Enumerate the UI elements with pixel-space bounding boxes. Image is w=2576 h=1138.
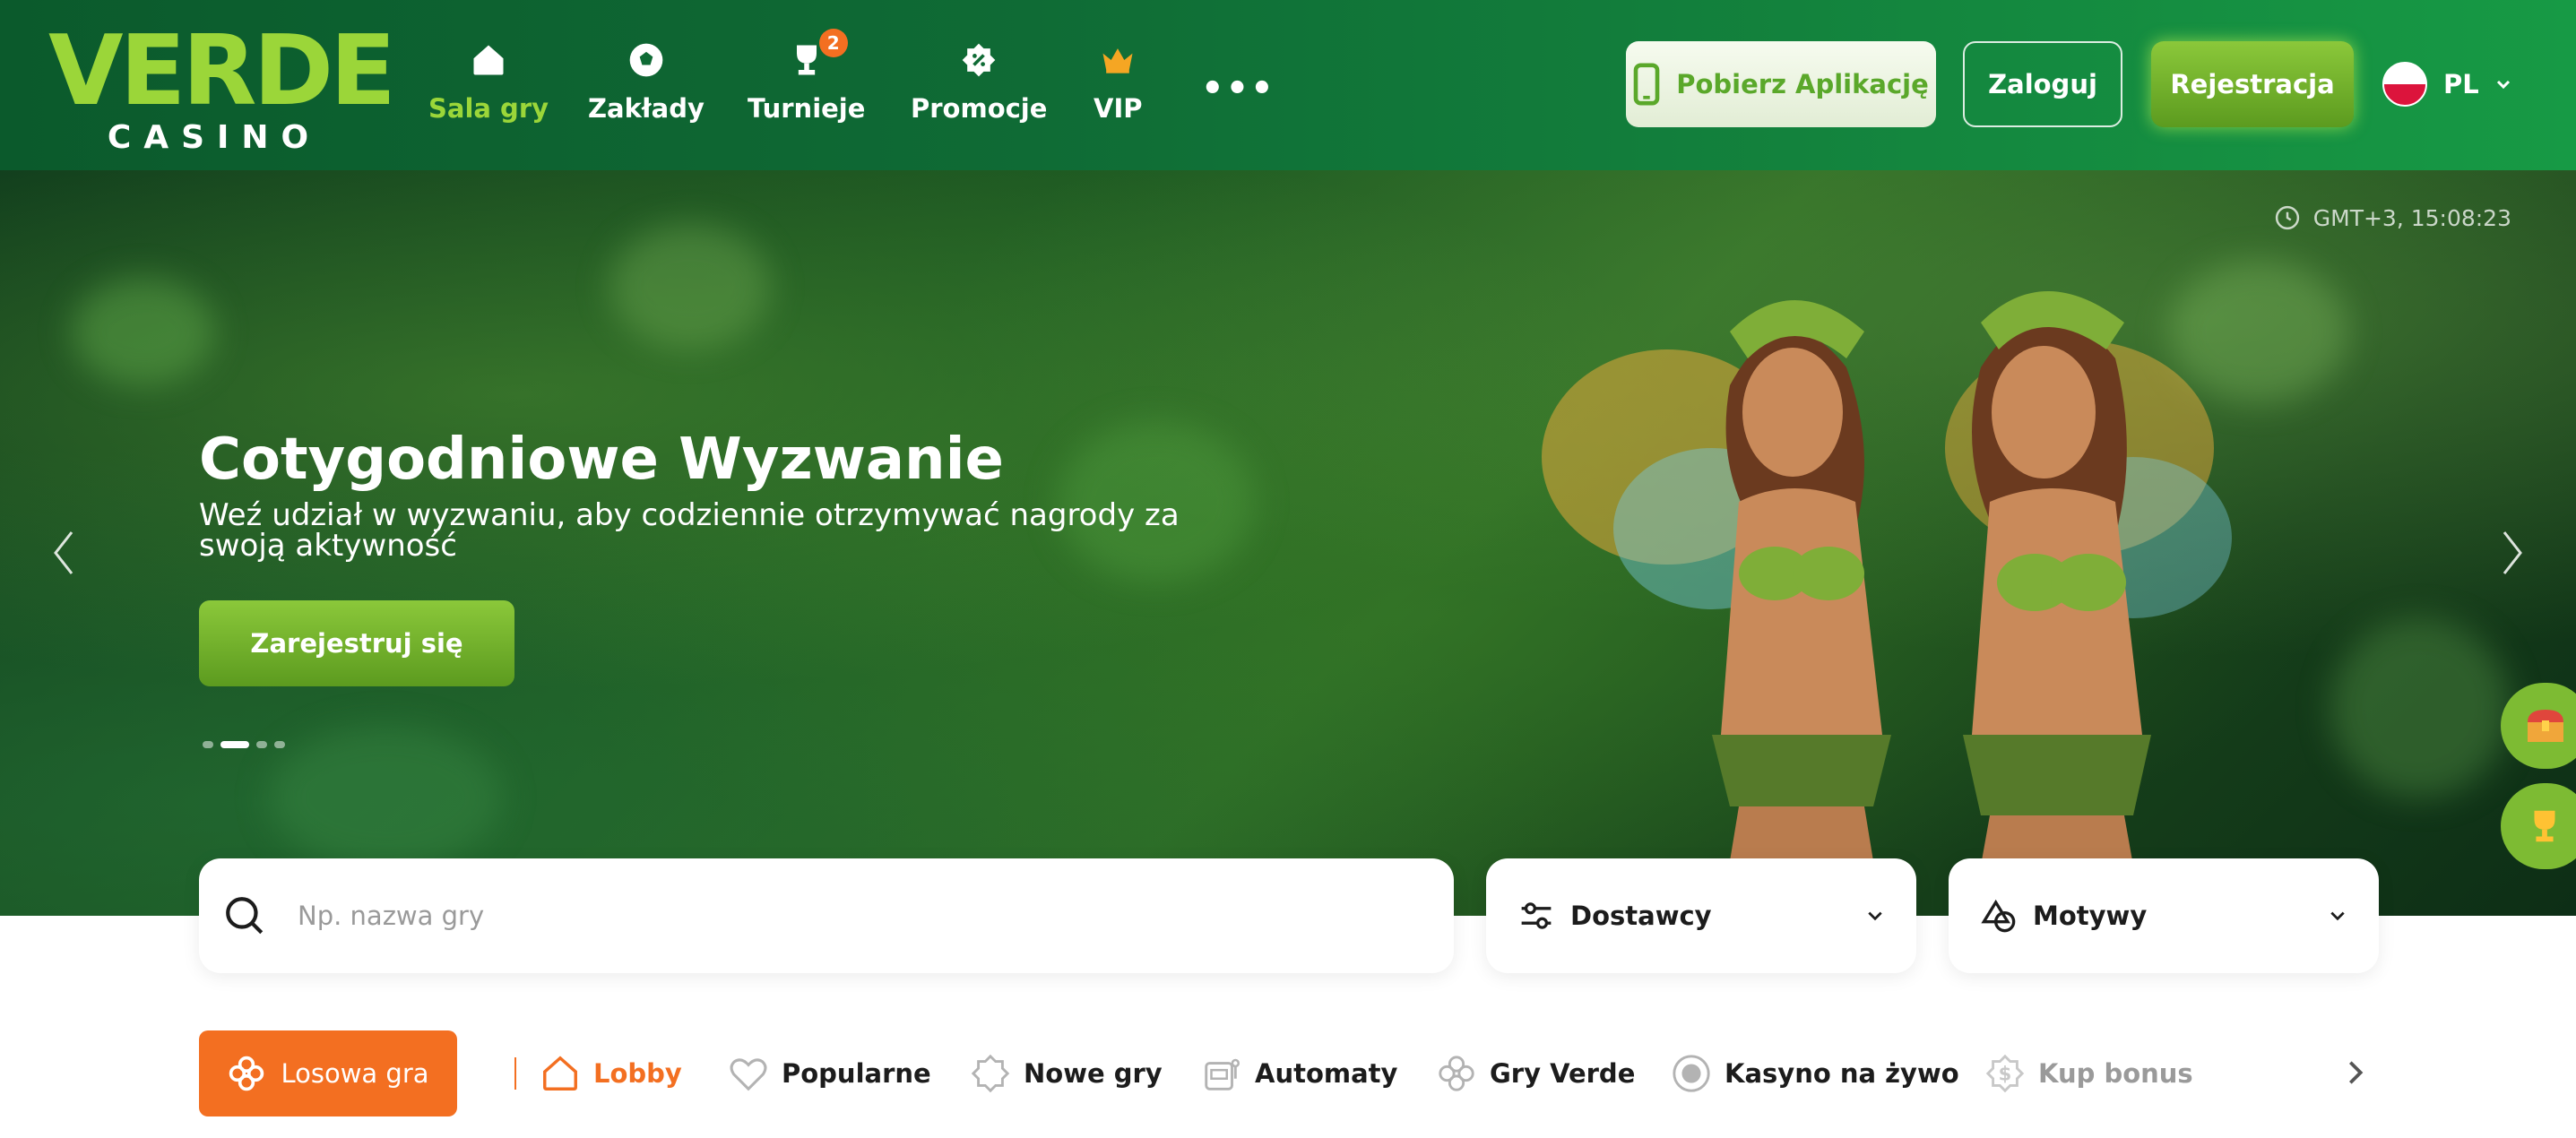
slide-dot[interactable]	[274, 741, 285, 748]
chevron-right-icon[interactable]	[2345, 1057, 2366, 1088]
logo-text-verde: VERDE	[48, 15, 396, 127]
random-game-label: Losowa gra	[281, 1058, 429, 1089]
shapes-icon	[1981, 899, 2016, 933]
clock-display: GMT+3, 15:08:23	[2274, 204, 2511, 231]
chevron-down-icon	[2496, 80, 2510, 90]
phone-icon	[1633, 63, 1660, 106]
new-badge-icon	[971, 1054, 1010, 1093]
svg-text:$: $	[1999, 1063, 2012, 1085]
nav-item-promocje[interactable]: Promocje	[911, 36, 1047, 134]
live-casino-icon	[1673, 1055, 1710, 1092]
sliders-icon	[1521, 902, 1552, 929]
verde-casino-logo[interactable]: VERDE CASINO	[48, 15, 396, 156]
category-label: Automaty	[1255, 1058, 1398, 1089]
hero-subtitle: Weź udział w wyzwaniu, aby codziennie ot…	[199, 497, 1180, 564]
category-label: Nowe gry	[1024, 1058, 1163, 1089]
soccer-ball-icon	[627, 36, 666, 84]
nav-label: Promocje	[911, 93, 1048, 124]
login-button[interactable]: Zaloguj	[1963, 41, 2122, 127]
site-header: VERDE CASINO Sala gry Zakłady 2 Turnieje…	[0, 0, 2576, 170]
providers-dropdown[interactable]: Dostawcy	[1486, 858, 1916, 973]
hero-banner[interactable]: GMT+3, 15:08:23 Cotygodniowe Wyzwanie We…	[0, 170, 2576, 916]
heart-icon	[730, 1058, 767, 1091]
category-popularne[interactable]: Popularne	[728, 1050, 931, 1097]
dollar-badge-icon: $	[1985, 1054, 2025, 1093]
language-selector[interactable]: PL	[2382, 59, 2511, 109]
category-lobby[interactable]: Lobby	[540, 1050, 682, 1097]
game-search-box[interactable]	[199, 858, 1454, 973]
more-menu-button[interactable]: •••	[1201, 68, 1275, 109]
nav-item-turnieje[interactable]: 2 Turnieje	[748, 29, 866, 134]
fairies-illustration	[1542, 291, 2232, 916]
providers-label: Dostawcy	[1570, 901, 1712, 931]
category-label: Kup bonus	[2038, 1058, 2193, 1089]
nav-label: Sala gry	[428, 93, 549, 124]
themes-label: Motywy	[2033, 901, 2148, 931]
category-label: Gry Verde	[1490, 1058, 1636, 1089]
slide-dot-active[interactable]	[220, 741, 249, 748]
house-outline-icon	[543, 1056, 577, 1091]
themes-dropdown[interactable]: Motywy	[1949, 858, 2379, 973]
hero-title: Cotygodniowe Wyzwanie	[199, 427, 1004, 493]
poland-flag-icon	[2382, 62, 2427, 107]
home-icon	[469, 36, 508, 84]
prev-slide-arrow-icon[interactable]	[50, 529, 77, 577]
logo-text-casino: CASINO	[107, 119, 322, 156]
nav-item-zaklady[interactable]: Zakłady	[588, 36, 705, 134]
nav-item-vip[interactable]: VIP	[1094, 36, 1143, 134]
language-code: PL	[2443, 69, 2479, 99]
nav-item-sala-gry[interactable]: Sala gry	[428, 36, 549, 134]
category-gry-verde[interactable]: Gry Verde	[1436, 1050, 1635, 1097]
chevron-down-icon	[2330, 911, 2345, 921]
notification-badge: 2	[818, 29, 848, 57]
category-divider	[514, 1057, 516, 1090]
slide-indicator	[203, 741, 285, 748]
trophy-icon: 2	[787, 29, 848, 84]
category-label: Popularne	[782, 1058, 931, 1089]
nav-label: Zakłady	[588, 93, 705, 124]
gold-trophy-icon	[2534, 810, 2555, 842]
treasure-chest-icon	[2528, 710, 2563, 742]
category-label: Kasyno na żywo	[1725, 1058, 1959, 1089]
download-app-label: Pobierz Aplikację	[1676, 69, 1929, 99]
chevron-down-icon	[1868, 911, 1882, 921]
clover-icon	[1439, 1056, 1474, 1091]
search-input[interactable]	[298, 901, 1284, 931]
slide-dot[interactable]	[203, 741, 213, 748]
search-icon	[226, 897, 264, 935]
slide-dot[interactable]	[256, 741, 267, 748]
download-app-button[interactable]: Pobierz Aplikację	[1626, 41, 1936, 127]
category-nowe-gry[interactable]: Nowe gry	[970, 1050, 1163, 1097]
nav-label: VIP	[1094, 93, 1143, 124]
crown-icon	[1098, 36, 1137, 84]
category-kasyno-na-zywo[interactable]: Kasyno na żywo	[1671, 1050, 1959, 1097]
hero-register-button[interactable]: Zarejestruj się	[199, 600, 514, 686]
percent-badge-icon	[959, 36, 998, 84]
clover-icon	[229, 1056, 264, 1091]
clock-icon	[2275, 205, 2299, 230]
time-text: GMT+3, 15:08:23	[2312, 204, 2511, 231]
category-kup-bonus[interactable]: $ Kup bonus	[1984, 1050, 2193, 1097]
category-label: Lobby	[593, 1058, 682, 1089]
nav-label: Turnieje	[748, 93, 866, 124]
next-slide-arrow-icon[interactable]	[2499, 529, 2526, 577]
slot-machine-icon	[1205, 1058, 1240, 1091]
register-button[interactable]: Rejestracja	[2151, 41, 2354, 127]
category-automaty[interactable]: Automaty	[1201, 1050, 1397, 1097]
random-game-button[interactable]: Losowa gra	[199, 1030, 457, 1116]
